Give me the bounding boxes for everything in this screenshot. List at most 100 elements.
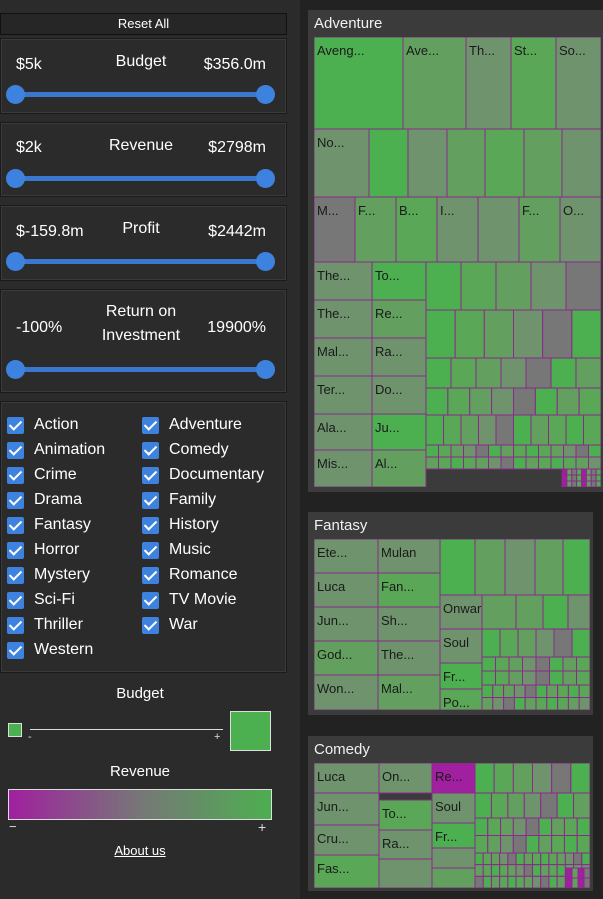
treemap-cell[interactable] — [523, 128, 563, 198]
checkbox-checked-icon[interactable] — [142, 541, 159, 559]
treemap-cell[interactable] — [585, 468, 592, 476]
treemap-cell[interactable] — [463, 456, 477, 470]
treemap-cell[interactable] — [523, 792, 542, 819]
treemap-cell[interactable] — [490, 792, 509, 819]
treemap-cell[interactable] — [450, 456, 464, 470]
checkbox-checked-icon[interactable] — [142, 466, 159, 484]
treemap-cell[interactable] — [553, 628, 573, 658]
treemap-cell[interactable] — [495, 670, 510, 686]
treemap-cell[interactable] — [513, 697, 526, 711]
treemap-cell[interactable] — [481, 628, 501, 658]
treemap-cell[interactable] — [438, 444, 452, 458]
profit-min-handle[interactable] — [6, 252, 25, 271]
genre-checkbox-thriller[interactable]: Thriller — [7, 616, 83, 634]
treemap-cell[interactable] — [512, 763, 533, 794]
treemap-cell[interactable] — [551, 817, 565, 836]
treemap-cell[interactable] — [474, 835, 489, 854]
treemap-cell[interactable] — [481, 684, 494, 698]
treemap-cell[interactable] — [507, 864, 517, 877]
treemap-cell[interactable] — [581, 852, 590, 866]
treemap-cell[interactable] — [571, 480, 578, 487]
genre-checkbox-action[interactable]: Action — [7, 416, 78, 434]
treemap-cell[interactable] — [523, 852, 534, 866]
treemap-cell[interactable] — [565, 867, 573, 879]
treemap-cell[interactable] — [508, 656, 523, 672]
treemap-cell[interactable] — [469, 387, 493, 416]
checkbox-checked-icon[interactable] — [7, 541, 24, 559]
treemap-cell[interactable] — [535, 656, 550, 672]
treemap-cell[interactable] — [495, 656, 510, 672]
treemap-cell[interactable] — [595, 468, 601, 476]
treemap-cell[interactable] — [525, 456, 539, 470]
treemap-cell[interactable] — [431, 847, 476, 869]
treemap-cell[interactable] — [500, 357, 527, 389]
roi-slider-track[interactable] — [15, 367, 266, 372]
treemap-cell[interactable] — [595, 474, 601, 482]
treemap-cell[interactable] — [508, 670, 523, 686]
treemap-cell[interactable] — [492, 697, 505, 711]
treemap-cell[interactable] — [564, 852, 575, 866]
treemap-cell[interactable] — [565, 261, 601, 311]
genre-checkbox-sci-fi[interactable]: Sci-Fi — [7, 591, 75, 609]
treemap-cell[interactable] — [524, 684, 537, 698]
checkbox-checked-icon[interactable] — [7, 416, 24, 434]
treemap-cell[interactable] — [530, 261, 567, 311]
checkbox-checked-icon[interactable] — [7, 441, 24, 459]
genre-checkbox-animation[interactable]: Animation — [7, 441, 105, 459]
treemap-cell[interactable] — [590, 480, 597, 487]
treemap-cell[interactable] — [378, 858, 433, 888]
treemap-cell[interactable] — [482, 852, 492, 866]
treemap-cell[interactable] — [513, 414, 532, 446]
treemap-cell[interactable] — [571, 474, 578, 482]
treemap-cell[interactable] — [454, 309, 485, 359]
checkbox-checked-icon[interactable] — [7, 491, 24, 509]
treemap-cell[interactable] — [483, 309, 514, 359]
treemap-cell[interactable] — [499, 864, 509, 877]
treemap-cell[interactable] — [567, 594, 590, 630]
budget-min-handle[interactable] — [6, 85, 25, 104]
treemap-cell[interactable] — [513, 444, 527, 458]
treemap-cell[interactable] — [590, 468, 597, 476]
treemap-cell[interactable] — [515, 594, 544, 630]
treemap-cell[interactable] — [475, 444, 489, 458]
treemap-cell[interactable] — [585, 480, 592, 487]
revenue-min-handle[interactable] — [6, 169, 25, 188]
treemap-cell[interactable] — [503, 697, 515, 711]
treemap-cell[interactable] — [563, 817, 578, 836]
treemap-cell[interactable] — [550, 357, 577, 389]
treemap-cell[interactable] — [490, 875, 501, 888]
treemap-cell[interactable] — [512, 835, 527, 854]
checkbox-checked-icon[interactable] — [142, 591, 159, 609]
treemap-cell[interactable] — [500, 835, 514, 854]
treemap-cell[interactable] — [546, 697, 559, 711]
treemap-cell[interactable] — [563, 835, 578, 854]
treemap-cell[interactable] — [576, 656, 591, 672]
treemap-cell[interactable] — [407, 128, 448, 198]
genre-checkbox-comedy[interactable]: Comedy — [142, 441, 229, 459]
treemap-cell[interactable] — [595, 480, 601, 487]
treemap-cell[interactable] — [576, 817, 590, 836]
treemap-cell[interactable] — [571, 309, 601, 359]
treemap-cell[interactable] — [576, 835, 590, 854]
treemap-cell[interactable] — [590, 474, 597, 482]
treemap-cell[interactable] — [551, 835, 565, 854]
checkbox-checked-icon[interactable] — [142, 491, 159, 509]
budget-max-handle[interactable] — [256, 85, 275, 104]
treemap-cell[interactable] — [563, 456, 577, 470]
treemap-cell[interactable] — [557, 684, 569, 698]
revenue-max-handle[interactable] — [256, 169, 275, 188]
treemap-cell[interactable] — [571, 867, 579, 879]
treemap-cell[interactable] — [561, 128, 601, 198]
treemap-cell[interactable] — [499, 852, 509, 866]
treemap-cell[interactable] — [515, 852, 525, 866]
treemap-cell[interactable] — [540, 852, 550, 866]
treemap-cell[interactable] — [513, 684, 526, 698]
treemap-cell[interactable] — [562, 670, 577, 686]
checkbox-checked-icon[interactable] — [142, 441, 159, 459]
treemap-cell[interactable] — [495, 261, 532, 311]
checkbox-checked-icon[interactable] — [7, 516, 24, 534]
roi-min-handle[interactable] — [6, 360, 25, 379]
treemap-cell[interactable] — [581, 480, 587, 487]
treemap-cell[interactable] — [556, 864, 566, 877]
treemap-cell[interactable] — [425, 456, 439, 470]
